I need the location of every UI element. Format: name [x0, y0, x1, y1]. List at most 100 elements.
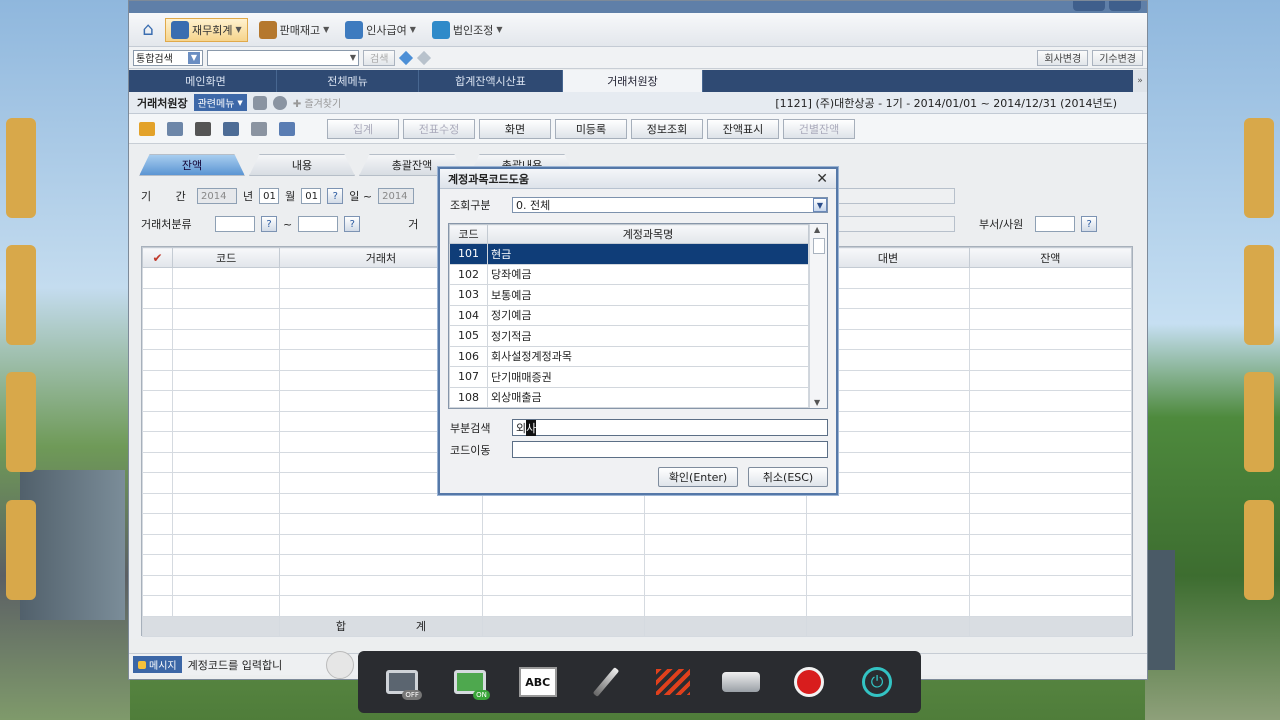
aggregate-button[interactable]: 집계	[327, 118, 399, 139]
day-from-field[interactable]: 01	[301, 188, 322, 204]
table-cell[interactable]	[141, 431, 174, 453]
scroll-down-icon[interactable]: ▼	[814, 398, 820, 407]
table-cell[interactable]	[279, 595, 483, 617]
tab-partner-ledger[interactable]: 거래처원장	[563, 70, 703, 92]
table-cell[interactable]	[481, 513, 645, 535]
search-icon[interactable]	[277, 120, 297, 138]
highlighter-button[interactable]	[651, 660, 695, 704]
table-cell[interactable]	[172, 451, 281, 473]
menu-item-payroll[interactable]: 인사급여 ▼	[340, 18, 421, 42]
table-cell[interactable]	[643, 554, 808, 576]
table-cell[interactable]	[172, 533, 281, 555]
month-from-field[interactable]: 01	[259, 188, 280, 204]
search-input[interactable]: ▼	[207, 49, 359, 66]
query-type-select[interactable]: 0. 전체 ▼	[512, 197, 828, 213]
table-cell[interactable]	[141, 595, 174, 617]
minimize-button[interactable]	[1109, 1, 1141, 11]
table-row[interactable]	[141, 492, 1133, 514]
table-cell[interactable]	[141, 369, 174, 391]
period-change-button[interactable]: 기수변경	[1092, 49, 1143, 66]
table-cell[interactable]	[968, 431, 1133, 453]
scroll-up-icon[interactable]: ▲	[814, 225, 820, 234]
code-icon[interactable]	[165, 120, 185, 138]
table-cell[interactable]	[643, 513, 808, 535]
table-cell[interactable]	[172, 492, 281, 514]
record-button[interactable]	[787, 660, 831, 704]
screen-off-button[interactable]: OFF	[380, 660, 424, 704]
table-cell[interactable]	[481, 574, 645, 596]
search-scope-select[interactable]: 통합검색 ▼	[133, 49, 203, 66]
table-cell[interactable]	[968, 369, 1133, 391]
table-cell[interactable]	[968, 533, 1133, 555]
tab-all-menu[interactable]: 전체메뉴	[277, 70, 419, 92]
table-cell[interactable]	[968, 472, 1133, 494]
dept-field[interactable]	[1035, 216, 1076, 232]
tab-main[interactable]: 메인화면	[135, 70, 277, 92]
lookup-icon[interactable]	[249, 120, 269, 138]
list-scrollbar[interactable]: ▲ ▼	[809, 224, 827, 408]
keyboard-icon[interactable]	[252, 95, 267, 110]
power-button[interactable]: ⏻	[855, 660, 899, 704]
partner-class-help-icon[interactable]: ?	[261, 216, 277, 232]
table-cell[interactable]	[141, 513, 174, 535]
cancel-button[interactable]: 취소(ESC)	[748, 467, 828, 487]
table-cell[interactable]	[481, 595, 645, 617]
search-button[interactable]: 검색	[363, 49, 396, 66]
screen-button[interactable]: 화면	[479, 118, 551, 139]
scroll-thumb[interactable]	[813, 238, 825, 254]
list-item[interactable]: 107 단기매매증권	[449, 366, 809, 388]
table-cell[interactable]	[968, 595, 1133, 617]
table-cell[interactable]	[481, 554, 645, 576]
extra-field[interactable]	[837, 188, 955, 204]
table-cell[interactable]	[172, 349, 281, 371]
print-icon[interactable]	[221, 120, 241, 138]
table-cell[interactable]	[141, 267, 174, 289]
screen-on-button[interactable]: ON	[448, 660, 492, 704]
table-cell[interactable]	[141, 492, 174, 514]
nav-back-icon[interactable]	[417, 50, 432, 65]
table-cell[interactable]	[172, 472, 281, 494]
table-cell[interactable]	[172, 574, 281, 596]
info-lookup-button[interactable]: 정보조회	[631, 118, 703, 139]
table-cell[interactable]	[279, 492, 483, 514]
table-cell[interactable]	[968, 554, 1133, 576]
tab-balance[interactable]: 잔액	[139, 154, 245, 176]
eraser-button[interactable]	[719, 660, 763, 704]
list-item[interactable]: 106 회사설정계정과목	[449, 345, 809, 367]
table-cell[interactable]	[172, 308, 281, 330]
menu-item-sales[interactable]: 판매재고 ▼	[254, 18, 335, 42]
table-cell[interactable]	[172, 513, 281, 535]
partner-class-to-field[interactable]	[298, 216, 339, 232]
delete-icon[interactable]	[193, 120, 213, 138]
menu-item-accounting[interactable]: 재무회계 ▼	[165, 17, 248, 42]
table-cell[interactable]	[172, 267, 281, 289]
table-cell[interactable]	[481, 533, 645, 555]
table-row[interactable]	[141, 513, 1133, 535]
table-cell[interactable]	[172, 369, 281, 391]
table-cell[interactable]	[141, 472, 174, 494]
table-row[interactable]	[141, 533, 1133, 555]
table-cell[interactable]	[172, 287, 281, 309]
table-cell[interactable]	[968, 328, 1133, 350]
table-cell[interactable]	[141, 308, 174, 330]
edit-voucher-button[interactable]: 전표수정	[403, 118, 475, 139]
table-cell[interactable]	[141, 349, 174, 371]
home-icon[interactable]: ⌂	[137, 19, 159, 41]
table-cell[interactable]	[141, 410, 174, 432]
table-cell[interactable]	[279, 533, 483, 555]
show-balance-button[interactable]: 잔액표시	[707, 118, 779, 139]
table-cell[interactable]	[968, 390, 1133, 412]
year-from-field[interactable]: 2014	[197, 188, 237, 204]
table-cell[interactable]	[141, 287, 174, 309]
table-cell[interactable]	[141, 451, 174, 473]
table-cell[interactable]	[141, 328, 174, 350]
table-cell[interactable]	[643, 574, 808, 596]
extra-field-2[interactable]	[837, 216, 955, 232]
list-item[interactable]: 101 현금	[449, 243, 809, 265]
table-cell[interactable]	[172, 328, 281, 350]
table-cell[interactable]	[806, 533, 970, 555]
table-cell[interactable]	[141, 554, 174, 576]
table-row[interactable]	[141, 595, 1133, 617]
table-cell[interactable]	[643, 533, 808, 555]
list-item[interactable]: 105 정기적금	[449, 325, 809, 347]
